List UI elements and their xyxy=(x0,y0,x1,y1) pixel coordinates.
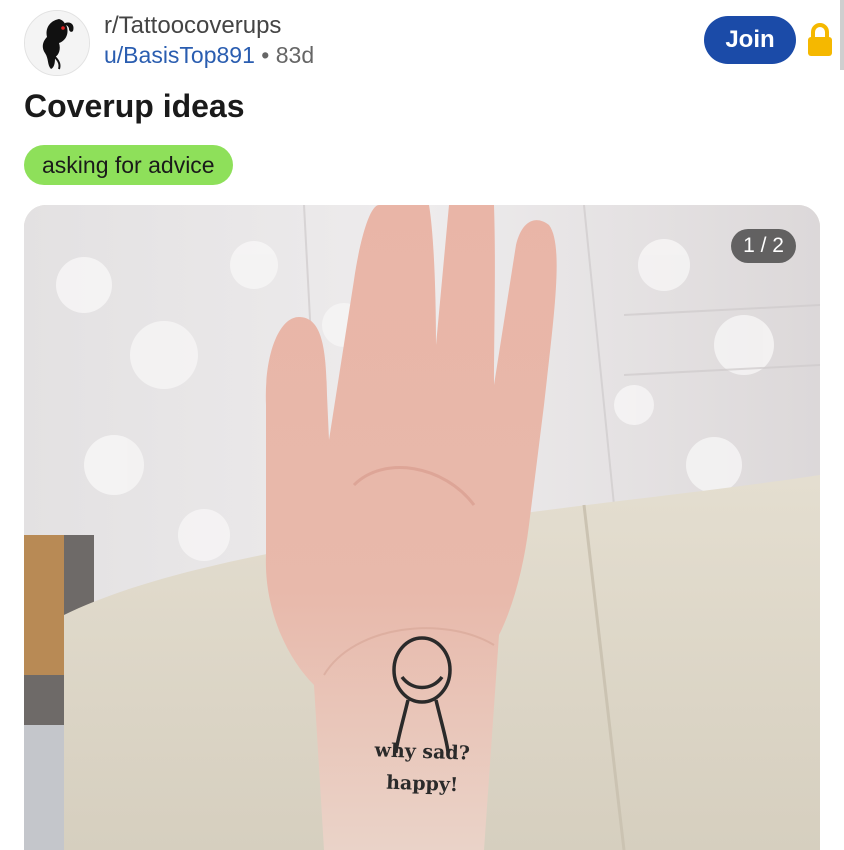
join-button[interactable]: Join xyxy=(704,16,796,64)
post-header: r/Tattoocoverups u/BasisTop891 • 83d Joi… xyxy=(0,0,844,90)
meta-separator: • xyxy=(261,42,270,68)
image-counter-badge: 1 / 2 xyxy=(731,229,796,263)
tattoo-text-line1: why sad? xyxy=(373,739,470,764)
subreddit-name[interactable]: r/Tattoocoverups xyxy=(104,12,281,40)
post-image[interactable]: why sad? happy! 1 / 2 xyxy=(24,205,820,850)
author-link[interactable]: u/BasisTop891 xyxy=(104,42,255,68)
subreddit-avatar-icon[interactable] xyxy=(24,10,90,76)
post-title[interactable]: Coverup ideas xyxy=(24,88,245,125)
post-age: 83d xyxy=(275,42,315,68)
scrollbar[interactable] xyxy=(840,0,844,70)
tattoo-text-line2: happy! xyxy=(386,772,459,797)
post-meta: u/BasisTop891 • 83d xyxy=(104,42,314,69)
lock-icon xyxy=(808,23,832,56)
post-flair[interactable]: asking for advice xyxy=(24,145,233,185)
